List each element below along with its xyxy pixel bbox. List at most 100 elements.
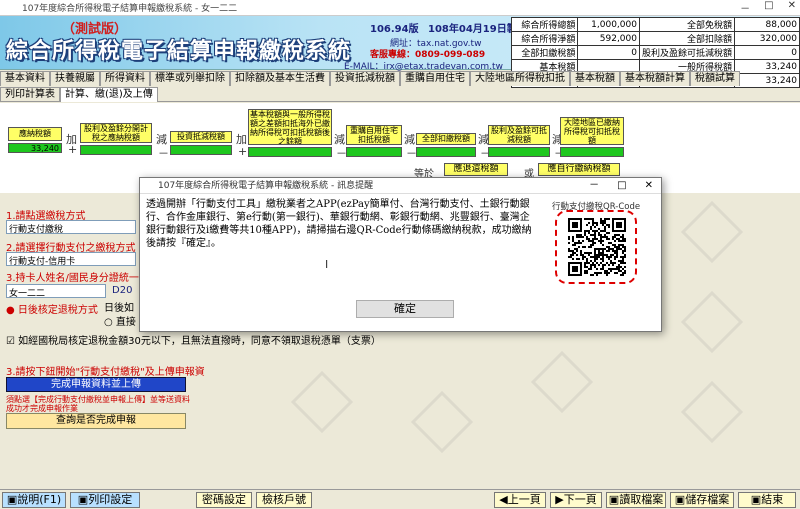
id-number-prefix: D20 (112, 285, 133, 296)
withholding-value (416, 147, 476, 157)
payable-tax-label: 應納稅額 (8, 127, 62, 141)
basic-tax-diff-value (248, 147, 332, 157)
upload-note: 須點選【完成行動支付繳稅並申報上傳】並等送資料成功才完成申報作業 (6, 395, 190, 413)
summary-label: 綜合所得總額 (510, 17, 579, 32)
tab-item[interactable]: 大陸地區所得稅扣抵 (470, 71, 570, 86)
tab-item[interactable]: 投資抵減稅額 (330, 71, 400, 86)
plus-sign-2: + (238, 145, 248, 158)
help-icon: ▣ (6, 493, 18, 506)
arrow-right-icon: ▶ (555, 493, 564, 506)
check-account-button[interactable]: 檢核戶號 (256, 492, 312, 508)
mobile-pay-method-select[interactable]: 行動支付-信用卡 (6, 252, 136, 267)
tab-item[interactable]: 基本稅額 (570, 71, 620, 86)
exit-button[interactable]: ▣結束 (738, 492, 796, 508)
mainland-credit-value (560, 147, 624, 157)
dialog-minimize-button[interactable]: － (589, 178, 599, 194)
tab-calc-upload[interactable]: 計算、繳(退)及上傳 (60, 87, 158, 102)
refund-method-label: 日後核定退稅方式 (17, 305, 98, 316)
no-refund-check-label: 如經國稅局核定退稅金額30元以下，且無法直撥時，同意不領取退稅憑單（支票） (18, 336, 381, 347)
house-credit-value (346, 147, 402, 157)
payment-method-select[interactable]: 行動支付繳稅 (6, 220, 136, 235)
plus-sign: + (68, 143, 78, 156)
ok-button[interactable]: 確定 (356, 300, 454, 318)
password-settings-button[interactable]: 密碼設定 (196, 492, 252, 508)
close-button[interactable]: ✕ (788, 0, 796, 15)
tab-item[interactable]: 標準或列舉扣除 (150, 71, 230, 86)
bottom-toolbar: ▣說明(F1) ▣列印設定 密碼設定 檢核戶號 ◀上一頁 ▶下一頁 ▣讀取檔案 … (0, 489, 800, 509)
help-label: 說明(F1) (17, 493, 62, 506)
summary-row: 綜合所得總額 1,000,000 全部免稅額 88,000 (510, 17, 800, 32)
prev-page-button[interactable]: ◀上一頁 (494, 492, 546, 508)
refund-method-radio[interactable]: ● 日後核定退稅方式 (6, 301, 98, 316)
dialog-close-button[interactable]: ✕ (645, 178, 653, 194)
reminder-dialog: 107年度綜合所得稅電子結算申報繳稅系統 - 訊息提醒 － □ ✕ 透過開辦「行… (139, 177, 662, 332)
summary-value-2: 0 (734, 45, 800, 60)
summary-label-2: 股利及盈餘可抵減稅額 (638, 45, 736, 60)
arrow-left-icon: ◀ (499, 493, 508, 506)
help-button[interactable]: ▣說明(F1) (2, 492, 66, 508)
refund-option-direct[interactable]: ○ 直接 (104, 313, 136, 328)
save-file-label: 儲存檔案 (685, 493, 730, 506)
tab-print-table[interactable]: 列印計算表 (0, 87, 60, 102)
summary-value-2: 88,000 (734, 17, 800, 32)
refund-label: 應退還稅額 (444, 163, 508, 176)
next-page-label: 下一頁 (563, 493, 597, 506)
summary-value: 0 (577, 45, 640, 60)
save-file-button[interactable]: ▣儲存檔案 (670, 492, 734, 508)
invest-credit-value (170, 145, 232, 155)
refund-option-later[interactable]: 日後如 (104, 299, 134, 314)
house-credit-label: 重購自用住宅扣抵稅額 (346, 125, 402, 145)
print-icon: ▣ (77, 493, 89, 506)
maximize-button[interactable]: □ (764, 0, 773, 15)
step4-label: 3.請按下鈕開始"行動支付繳稅"及上傳申報資 (6, 367, 205, 378)
step3-label: 3.持卡人姓名/國民身分證統一 (6, 273, 139, 284)
dialog-maximize-button[interactable]: □ (617, 178, 626, 194)
summary-value: 592,000 (577, 31, 640, 46)
summary-label: 全部扣繳稅額 (510, 45, 579, 60)
summary-value-2: 320,000 (734, 31, 800, 46)
print-settings-button[interactable]: ▣列印設定 (70, 492, 140, 508)
text-cursor-icon: I (325, 258, 329, 271)
next-page-button[interactable]: ▶下一頁 (550, 492, 602, 508)
no-refund-check[interactable]: ☑ 如經國稅局核定退稅金額30元以下，且無法直撥時，同意不領取退稅憑單（支票） (6, 332, 381, 347)
tab-item[interactable]: 扣除額及基本生活費 (230, 71, 330, 86)
summary-row: 綜合所得淨額 592,000 全部扣除額 320,000 (510, 31, 800, 46)
complete-upload-label: 完成申報資料並上傳 (51, 379, 141, 390)
sub-tabs: 列印計算表 計算、繳(退)及上傳 (0, 87, 800, 102)
read-file-label: 讀取檔案 (619, 493, 664, 506)
refund-option-direct-label: 直接 (115, 317, 136, 328)
tab-item[interactable]: 扶養親屬 (50, 71, 100, 86)
dialog-title: 107年度綜合所得稅電子結算申報繳稅系統 - 訊息提醒 (140, 178, 661, 194)
save-icon: ▣ (674, 493, 686, 506)
tab-item[interactable]: 基本資料 (0, 71, 50, 86)
dialog-message: 透過開辦「行動支付工具」繳稅業者之APP(ezPay簡單付、台灣行動支付、土銀行… (146, 199, 532, 249)
complete-upload-button[interactable]: 完成申報資料並上傳 (6, 377, 186, 392)
tab-item[interactable]: 所得資料 (100, 71, 150, 86)
withholding-label: 全部扣繳稅額 (416, 133, 476, 145)
exit-label: 結束 (761, 493, 784, 506)
query-complete-button[interactable]: 查詢是否完成申報 (6, 413, 186, 429)
summary-row: 全部扣繳稅額 0 股利及盈餘可抵減稅額 0 (510, 45, 800, 60)
tab-item[interactable]: 基本稅額計算 (620, 71, 690, 86)
dividend-credit-value (488, 147, 550, 157)
summary-label: 綜合所得淨額 (510, 31, 579, 46)
cardholder-name-field[interactable]: 女一二二 (6, 284, 106, 299)
app-title: 綜合所得稅電子結算申報繳稅系統 (6, 39, 352, 64)
minus-sign-1: － (158, 147, 169, 160)
summary-label-2: 全部扣除額 (638, 31, 736, 46)
basic-tax-diff-label: 基本稅額與一般所得稅額之差額扣抵海外已繳納所得稅可扣抵稅額後之餘額 (248, 109, 332, 145)
build-date-label: 108年04月19日製 (428, 24, 517, 35)
summary-label-2: 全部免稅額 (638, 17, 736, 32)
print-settings-label: 列印設定 (88, 493, 133, 506)
minimize-button[interactable]: － (740, 0, 750, 15)
dividend-tax-value (80, 145, 152, 155)
self-pay-label: 應自行繳納稅額 (538, 163, 620, 176)
tab-item[interactable]: 重購自用住宅 (400, 71, 470, 86)
invest-credit-label: 投資抵減稅額 (170, 131, 232, 143)
main-tabs: 基本資料 扶養親屬 所得資料 標準或列舉扣除 扣除額及基本生活費 投資抵減稅額 重購自用住宅… (0, 71, 800, 86)
folder-open-icon: ▣ (608, 493, 620, 506)
window-titlebar: 107年度綜合所得稅電子結算申報繳稅系統 - 女一二二 － □ ✕ (0, 0, 800, 16)
read-file-button[interactable]: ▣讀取檔案 (606, 492, 666, 508)
payable-tax-value: 33,240 (8, 143, 62, 153)
tab-item[interactable]: 稅額試算 (690, 71, 740, 86)
